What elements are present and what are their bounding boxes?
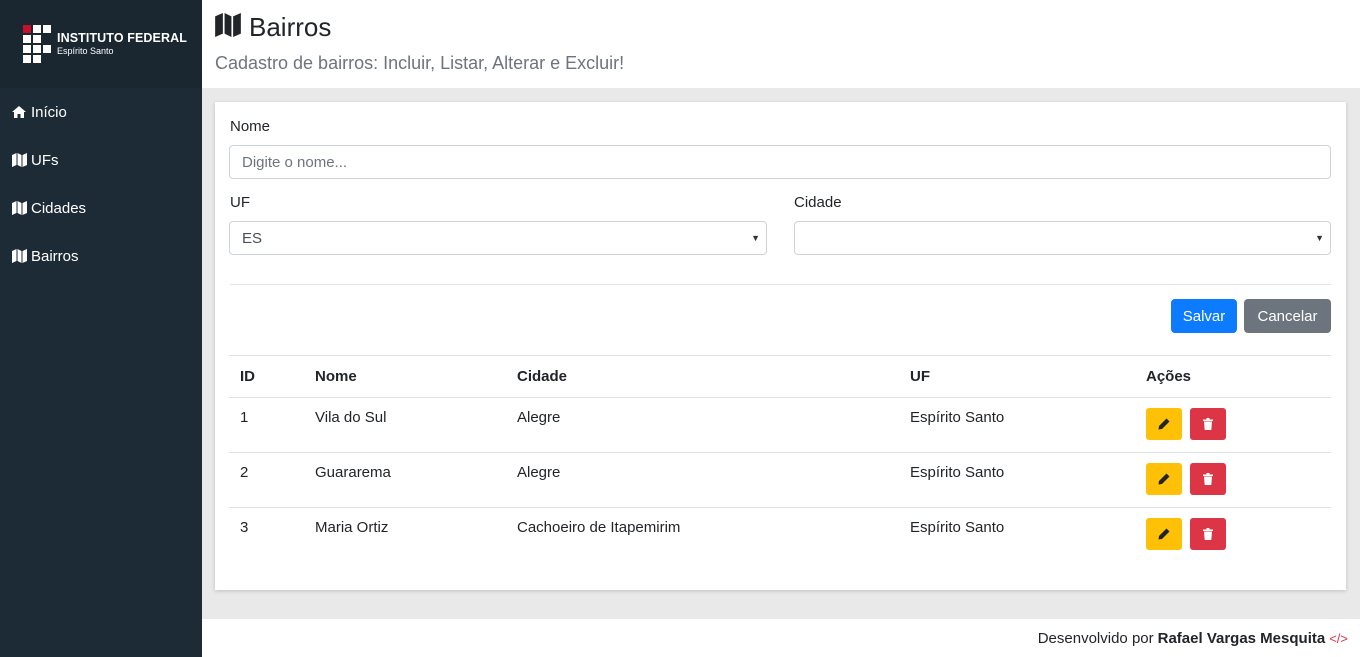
column-header-uf[interactable]: UF [899,355,1135,398]
map-icon [12,249,28,263]
trash-icon [1203,528,1214,540]
uf-select-value: ES [242,229,263,247]
delete-button[interactable] [1190,408,1227,440]
nome-label: Nome [230,118,271,135]
code-icon: </> [1329,630,1348,646]
map-icon [12,201,28,215]
brand-logo[interactable]: INSTITUTO FEDERAL Espírito Santo [0,0,202,88]
sidebar: INSTITUTO FEDERAL Espírito Santo Início … [0,0,202,657]
sidebar-item-label: Início [31,103,67,121]
uf-select[interactable]: ES ▼ [229,221,767,255]
pencil-icon [1158,418,1170,430]
edit-button[interactable] [1146,408,1182,440]
delete-button[interactable] [1190,463,1227,495]
cell-acoes [1135,452,1331,508]
sidebar-item-label: Bairros [31,247,79,265]
uf-label: UF [230,194,250,211]
cell-uf: Espírito Santo [899,397,1135,453]
form-divider [230,284,1331,285]
column-header-nome[interactable]: Nome [304,355,506,398]
home-icon [12,105,28,119]
delete-button[interactable] [1190,518,1227,550]
sidebar-item-label: Cidades [31,199,87,217]
map-icon [215,13,241,41]
sidebar-item-bairros[interactable]: Bairros [0,232,202,280]
page-footer: Desenvolvido por Rafael Vargas Mesquita … [202,619,1360,657]
cell-cidade: Alegre [506,452,899,508]
table-row: 2 Guararema Alegre Espírito Santo [229,452,1331,508]
page-title: Bairros [249,11,332,42]
sidebar-item-ufs[interactable]: UFs [0,136,202,184]
cell-id: 3 [240,519,249,536]
cell-nome: Maria Ortiz [315,519,389,536]
cidade-select[interactable]: ▼ [794,221,1331,255]
cell-id: 1 [229,397,304,453]
form-card: Nome UF ES ▼ Cidade ▼ Salvar Cancelar ID… [215,102,1346,590]
cell-cidade: Cachoeiro de Itapemirim [517,519,681,536]
chevron-down-icon: ▼ [1315,233,1324,243]
cell-cidade: Alegre [506,397,899,453]
cidade-label: Cidade [794,194,842,211]
if-logo-icon [23,25,51,63]
cell-uf: Espírito Santo [910,519,1005,536]
brand-name: INSTITUTO FEDERAL [57,31,187,46]
column-header-cidade[interactable]: Cidade [506,355,899,398]
table-row: 1 Vila do Sul Alegre Espírito Santo [229,397,1331,453]
cancel-button[interactable]: Cancelar [1244,299,1331,333]
trash-icon [1203,473,1214,485]
cell-uf: Espírito Santo [899,452,1135,508]
cell-acoes [1135,508,1331,563]
map-icon [12,153,28,167]
chevron-down-icon: ▼ [751,233,760,243]
edit-button[interactable] [1146,463,1182,495]
pencil-icon [1158,528,1170,540]
bairros-table: ID Nome Cidade UF Ações 1 Vila do Sul Al… [229,355,1331,563]
page-subtitle: Cadastro de bairros: Incluir, Listar, Al… [215,53,625,73]
save-button[interactable]: Salvar [1171,299,1237,333]
table-header-row: ID Nome Cidade UF Ações [229,355,1331,398]
brand-subname: Espírito Santo [57,45,114,56]
nome-input[interactable] [229,145,1331,179]
sidebar-item-inicio[interactable]: Início [0,88,202,136]
column-header-acoes: Ações [1135,355,1331,398]
sidebar-item-label: UFs [31,151,59,169]
column-header-id[interactable]: ID [229,355,304,398]
pencil-icon [1158,473,1170,485]
edit-button[interactable] [1146,518,1182,550]
cell-acoes [1135,397,1331,453]
cell-nome: Vila do Sul [304,397,506,453]
trash-icon [1203,418,1214,430]
cell-id: 2 [229,452,304,508]
footer-author: Rafael Vargas Mesquita [1157,629,1326,647]
page-header: Bairros Cadastro de bairros: Incluir, Li… [202,0,1360,88]
footer-prefix: Desenvolvido por [1037,629,1154,647]
table-row: 3 Maria Ortiz Cachoeiro de Itapemirim Es… [229,508,1331,563]
cell-nome: Guararema [304,452,506,508]
sidebar-item-cidades[interactable]: Cidades [0,184,202,232]
